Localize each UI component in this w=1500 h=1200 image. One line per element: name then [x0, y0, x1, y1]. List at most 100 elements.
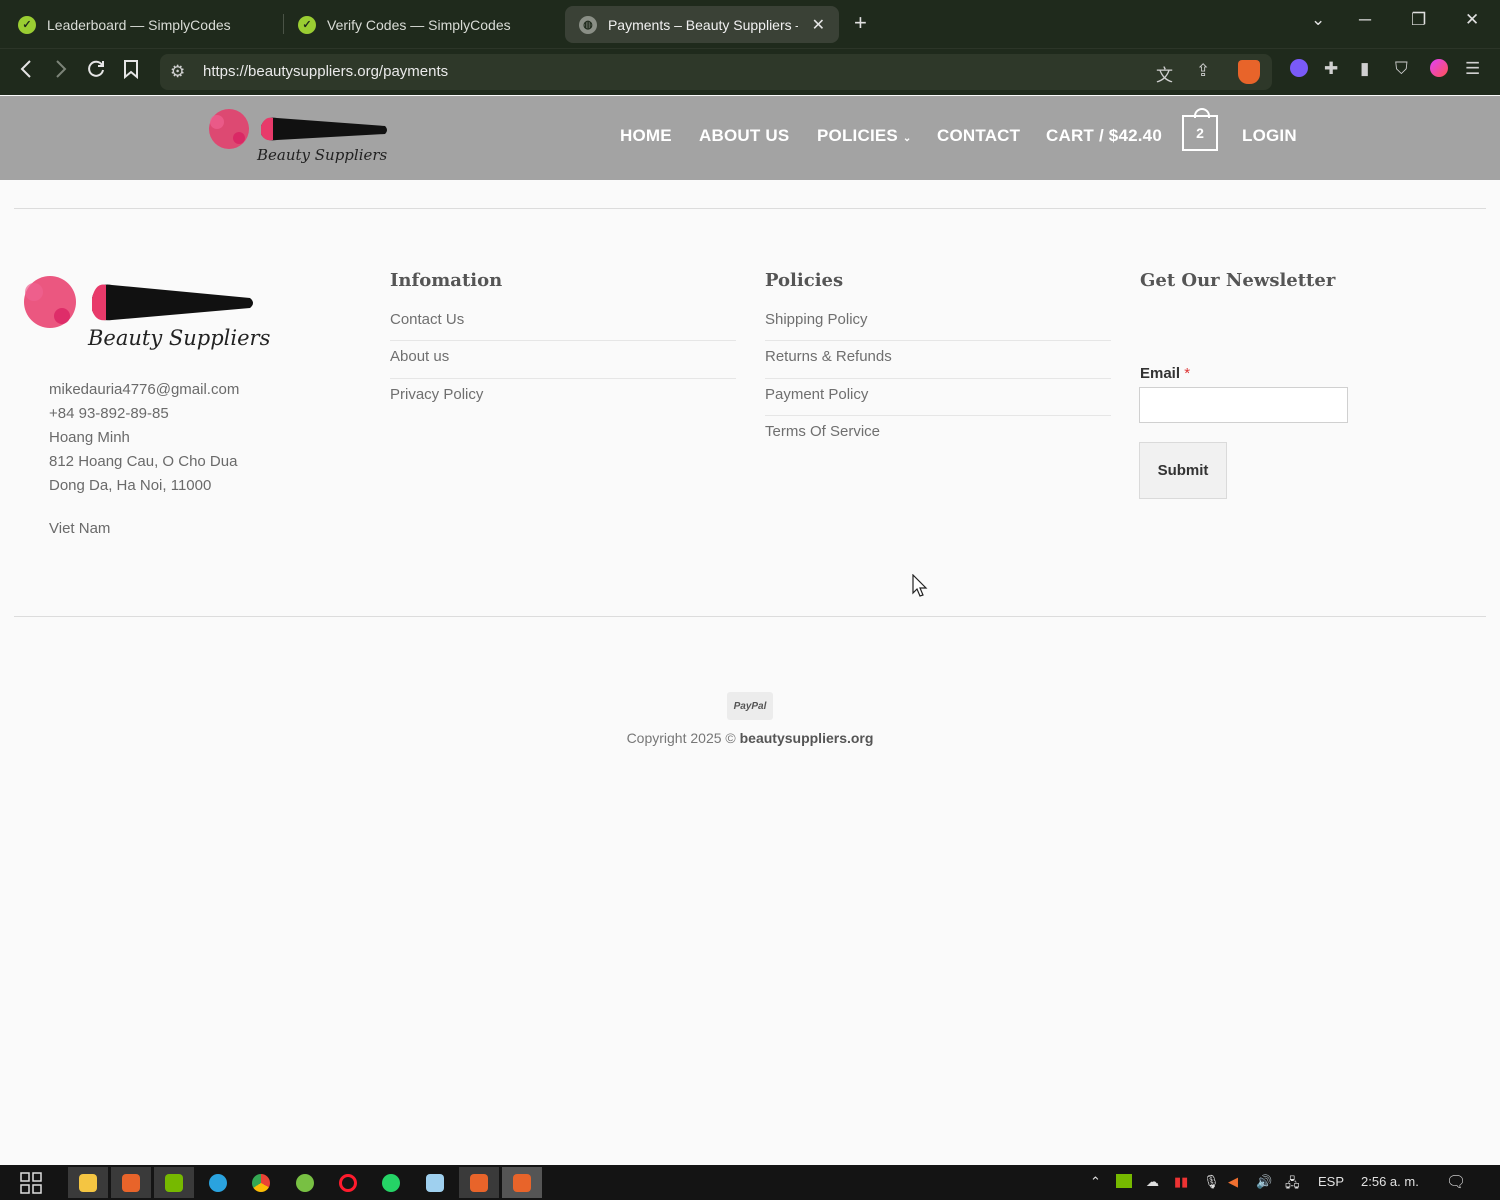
tab-title: Leaderboard — SimplyCodes: [47, 16, 231, 33]
close-window-button[interactable]: ✕: [1465, 10, 1479, 30]
utorrent-icon[interactable]: [285, 1167, 325, 1198]
menu-login[interactable]: LOGIN: [1242, 126, 1297, 146]
site-settings-icon[interactable]: ⚙: [170, 62, 185, 82]
simplycodes-icon: ✓: [18, 15, 36, 34]
globe-icon: ◍: [579, 15, 597, 34]
copyright: Copyright 2025 © beautysuppliers.org: [0, 730, 1500, 746]
share-icon[interactable]: ⇪: [1196, 61, 1210, 81]
language-indicator[interactable]: ESP: [1318, 1174, 1344, 1189]
minimize-button[interactable]: ─: [1359, 10, 1371, 30]
newsletter-email-input[interactable]: [1139, 387, 1348, 423]
logo-text: Beauty Suppliers: [257, 146, 388, 164]
footer-logo[interactable]: Beauty Suppliers: [16, 268, 270, 363]
notepad-icon[interactable]: [415, 1167, 455, 1198]
contact-email[interactable]: mikedauria4776@gmail.com: [49, 381, 239, 398]
site-logo[interactable]: Beauty Suppliers: [203, 104, 393, 175]
simplycodes-icon: ✓: [298, 15, 316, 34]
contact-address-line1: 812 Hoang Cau, O Cho Dua: [49, 453, 238, 470]
brave-active-window-icon[interactable]: [502, 1167, 542, 1198]
network-icon[interactable]: 🖧: [1285, 1174, 1300, 1196]
menu-about-us[interactable]: ABOUT US: [699, 126, 789, 146]
extension-purple-icon[interactable]: [1290, 59, 1308, 82]
nvidia-icon[interactable]: [154, 1167, 194, 1198]
tab-leaderboard[interactable]: ✓ Leaderboard — SimplyCodes: [18, 6, 231, 43]
tray-microphone-icon[interactable]: 🎙: [1203, 1174, 1220, 1190]
opera-icon[interactable]: [328, 1167, 368, 1198]
tray-cloud-icon[interactable]: ☁: [1146, 1174, 1159, 1190]
file-explorer-icon[interactable]: [68, 1167, 108, 1198]
url-text[interactable]: https://beautysuppliers.org/payments: [203, 63, 448, 80]
address-bar[interactable]: ⚙ https://beautysuppliers.org/payments 文…: [160, 54, 1272, 90]
brave-shields-icon[interactable]: [1238, 60, 1260, 84]
brave-browser-icon[interactable]: [111, 1167, 151, 1198]
tab-payments[interactable]: ◍ Payments – Beauty Suppliers – ✕: [565, 6, 839, 43]
os-taskbar: ⌃ ☁ ▮▮ 🎙 ◀ 🔊 🖧 ESP 2:56 a. m. 🗨: [0, 1165, 1500, 1200]
footer-link-payment-policy[interactable]: Payment Policy: [765, 386, 868, 403]
extensions-puzzle-icon[interactable]: ✚: [1324, 59, 1338, 79]
tray-speaker-muted-icon[interactable]: ◀: [1228, 1174, 1238, 1190]
required-mark: *: [1184, 365, 1191, 382]
restore-button[interactable]: ❐: [1411, 10, 1426, 30]
brave-window-icon[interactable]: [459, 1167, 499, 1198]
contact-address-line2: Dong Da, Ha Noi, 11000: [49, 477, 212, 494]
tray-audio-meter-icon[interactable]: ▮▮: [1174, 1174, 1188, 1190]
menu-contact[interactable]: CONTACT: [937, 126, 1020, 146]
footer-link-about-us[interactable]: About us: [390, 348, 449, 365]
contact-country: Viet Nam: [49, 520, 111, 537]
chrome-icon[interactable]: [241, 1167, 281, 1198]
start-button[interactable]: [11, 1167, 51, 1198]
new-tab-button[interactable]: +: [854, 10, 867, 36]
footer-logo-text: Beauty Suppliers: [88, 326, 271, 350]
translate-icon[interactable]: 文: [1156, 61, 1173, 86]
browser-tab-bar: ✓ Leaderboard — SimplyCodes ✓ Verify Cod…: [0, 0, 1500, 48]
footer-link-privacy-policy[interactable]: Privacy Policy: [390, 386, 483, 403]
wallet-icon[interactable]: [1430, 59, 1448, 82]
paypal-badge: PayPal: [727, 692, 773, 720]
tray-chevron-up-icon[interactable]: ⌃: [1090, 1174, 1101, 1190]
link-divider: [765, 415, 1111, 416]
tab-divider: [283, 14, 284, 34]
footer-link-terms-of-service[interactable]: Terms Of Service: [765, 423, 880, 440]
tray-nvidia-icon[interactable]: [1116, 1174, 1132, 1191]
link-divider: [765, 340, 1111, 341]
copyright-site-link[interactable]: beautysuppliers.org: [740, 730, 874, 746]
newsletter-submit-button[interactable]: Submit: [1139, 442, 1227, 499]
back-button[interactable]: [18, 59, 34, 85]
footer-link-shipping-policy[interactable]: Shipping Policy: [765, 311, 868, 328]
browser-toolbar: ⚙ https://beautysuppliers.org/payments 文…: [0, 48, 1500, 95]
close-tab-icon[interactable]: ✕: [812, 15, 825, 35]
footer-link-contact-us[interactable]: Contact Us: [390, 311, 464, 328]
menu-cart[interactable]: CART / $42.40: [1046, 126, 1162, 146]
footer-top-divider: [14, 208, 1486, 209]
volume-icon[interactable]: 🔊: [1256, 1174, 1272, 1190]
tab-title: Payments – Beauty Suppliers –: [607, 16, 798, 33]
menu-home[interactable]: HOME: [620, 126, 672, 146]
tab-search-chevron-icon[interactable]: ⌄: [1311, 10, 1325, 30]
cart-count-badge[interactable]: 2: [1182, 108, 1218, 151]
newsletter-title: Get Our Newsletter: [1140, 270, 1336, 291]
tab-title: Verify Codes — SimplyCodes: [327, 16, 511, 33]
reload-button[interactable]: [86, 59, 106, 85]
vpn-shield-icon[interactable]: ⛉: [1395, 59, 1408, 79]
bookmark-icon[interactable]: [123, 59, 139, 85]
footer-bottom-divider: [14, 616, 1486, 617]
forward-button[interactable]: [53, 59, 69, 85]
menu-icon[interactable]: ☰: [1465, 59, 1480, 79]
whatsapp-icon[interactable]: [371, 1167, 411, 1198]
email-label: Email *: [1140, 365, 1190, 382]
site-header: Beauty Suppliers HOME ABOUT US POLICIES …: [0, 96, 1500, 180]
sidebar-icon[interactable]: ▮: [1360, 59, 1369, 79]
telegram-icon[interactable]: [198, 1167, 238, 1198]
clock[interactable]: 2:56 a. m.: [1361, 1174, 1419, 1189]
contact-phone: +84 93-892-89-85: [49, 405, 169, 422]
footer-link-returns-refunds[interactable]: Returns & Refunds: [765, 348, 892, 365]
policies-title: Policies: [765, 270, 844, 291]
information-title: Infomation: [390, 270, 503, 291]
link-divider: [390, 378, 736, 379]
contact-name: Hoang Minh: [49, 429, 130, 446]
notifications-icon[interactable]: 🗨: [1446, 1172, 1466, 1192]
email-label-text: Email: [1140, 365, 1181, 382]
link-divider: [765, 378, 1111, 379]
menu-policies[interactable]: POLICIES ⌄: [817, 126, 911, 146]
tab-verify-codes[interactable]: ✓ Verify Codes — SimplyCodes: [298, 6, 511, 43]
